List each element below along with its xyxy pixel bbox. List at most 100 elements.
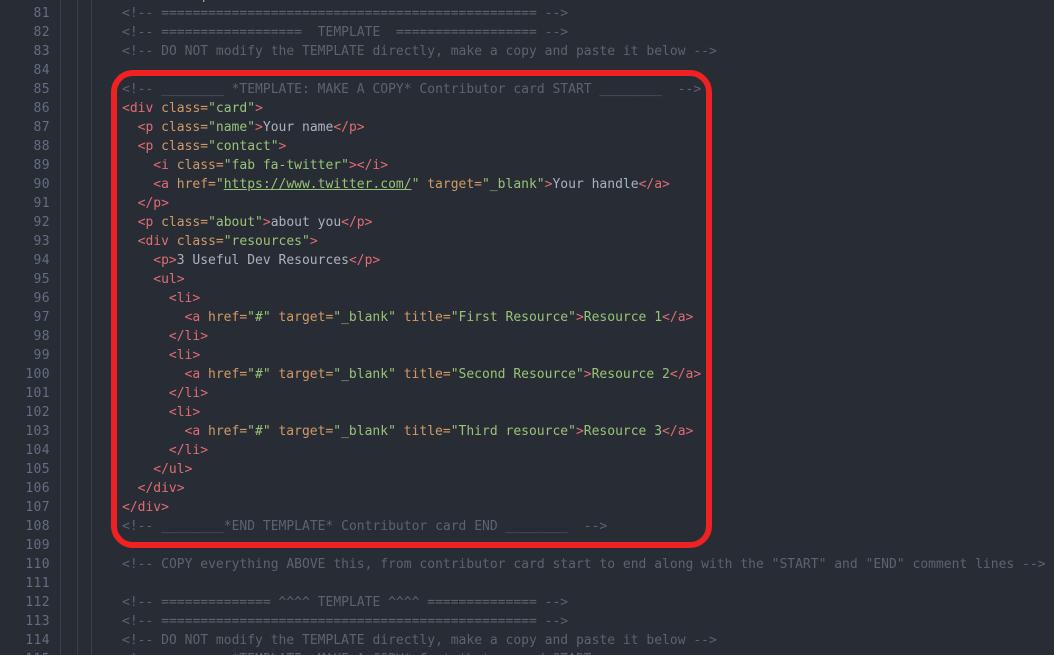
code-token-tag: </a> <box>662 424 694 439</box>
code-token-tag: <div <box>137 234 177 249</box>
line-number: 110 <box>25 557 50 572</box>
code-token-attr: href= <box>208 424 248 439</box>
code-token-tag: </a> <box>638 177 670 192</box>
code-line[interactable]: <div class="card"> <box>122 99 263 118</box>
code-line[interactable]: <!-- ________*END TEMPLATE* Contributor … <box>122 517 607 536</box>
code-line[interactable]: <!-- ================== TEMPLATE =======… <box>122 23 568 42</box>
code-token-cmt: <!-- DO NOT modify the TEMPLATE directly… <box>122 44 717 59</box>
code-token-str: "about" <box>208 215 263 230</box>
code-token-tag: > <box>583 367 592 382</box>
line-number: 103 <box>25 424 50 439</box>
code-token-attr: class= <box>161 101 209 116</box>
code-token-str: "_blank" <box>333 310 396 325</box>
code-token-attr: href= <box>208 367 248 382</box>
line-number: 107 <box>25 500 50 515</box>
code-token-tag: </a> <box>669 367 702 382</box>
code-content[interactable]: <!-- ===================================… <box>0 0 1054 655</box>
code-token-attr: href= <box>176 177 216 192</box>
code-editor[interactable]: <!-- ===================================… <box>0 0 1054 655</box>
code-line[interactable]: <a href="https://www.twitter.com/" targe… <box>153 175 670 194</box>
code-token-rtxt: Resource 1 <box>583 310 663 325</box>
code-token-tag: <p> <box>153 253 177 268</box>
code-line[interactable]: <div class="resources"> <box>138 232 318 251</box>
code-token-attr: class= <box>176 158 224 173</box>
line-number: 106 <box>25 481 50 496</box>
code-token-lnk[interactable]: https://www.twitter.com/ <box>224 177 412 192</box>
code-token-tag: </li> <box>168 386 209 401</box>
line-number: 112 <box>25 595 50 610</box>
line-number: 97 <box>33 310 50 325</box>
code-line[interactable]: <!-- COPY everything ABOVE this, from co… <box>122 555 1046 574</box>
code-token-tag: > <box>575 310 584 325</box>
code-token-cmt: <!-- ________ *TEMPLATE: MAKE A COPY* Co… <box>122 82 702 97</box>
line-number: 99 <box>33 348 50 363</box>
code-token-tag: <div <box>122 101 162 116</box>
code-token-txt: Your handle <box>552 177 639 192</box>
code-line[interactable]: <ul> <box>153 270 184 289</box>
code-token-tag: > <box>262 215 271 230</box>
code-line[interactable]: <li> <box>169 289 200 308</box>
code-line[interactable]: <p class="contact"> <box>138 137 287 156</box>
line-number: 108 <box>25 519 50 534</box>
code-line[interactable]: </li> <box>169 441 208 460</box>
code-line[interactable]: <a href="#" target="_blank" title="Secon… <box>185 365 702 384</box>
line-number: 114 <box>25 633 50 648</box>
code-line[interactable]: <p>3 Useful Dev Resources</p> <box>153 251 380 270</box>
code-token-attr: class= <box>161 215 209 230</box>
code-token-tag: <li> <box>168 348 201 363</box>
code-token-txt: Your name <box>262 120 334 135</box>
code-token-attr: target= <box>419 177 483 192</box>
line-number: 109 <box>25 538 50 553</box>
code-token-str: "_blank" <box>333 367 396 382</box>
code-token-cmt: <!-- ________*END TEMPLATE* Contributor … <box>122 519 608 534</box>
code-line[interactable]: <p class="about">about you</p> <box>138 213 373 232</box>
code-line[interactable]: <a href="#" target="_blank" title="First… <box>185 308 694 327</box>
code-token-tag: > <box>278 139 287 154</box>
code-token-tag: </ul> <box>153 462 193 477</box>
code-line[interactable]: <li> <box>169 346 200 365</box>
code-line[interactable]: <!-- ===================================… <box>122 4 568 23</box>
code-token-rtxt: Resource 2 <box>591 367 670 382</box>
code-token-str: "contact" <box>208 139 279 154</box>
line-number: 86 <box>33 101 50 116</box>
code-token-cmt: <!-- DO NOT modify the TEMPLATE directly… <box>122 633 717 648</box>
code-token-str: "First Resource" <box>450 310 576 325</box>
code-line[interactable]: <i class="fab fa-twitter"></i> <box>153 156 388 175</box>
code-token-tag: </li> <box>168 329 209 344</box>
code-token-str: "#" <box>247 367 271 382</box>
code-token-tag: > <box>575 424 584 439</box>
code-line[interactable]: <!-- ________ *TEMPLATE: MAKE A COPY* Co… <box>122 650 701 655</box>
code-token-attr: class= <box>161 139 209 154</box>
line-number: 82 <box>33 25 50 40</box>
line-number: 104 <box>25 443 50 458</box>
code-token-tag: <p <box>137 120 162 135</box>
code-line[interactable]: </li> <box>169 384 208 403</box>
code-line[interactable]: <!-- DO NOT modify the TEMPLATE directly… <box>122 42 717 61</box>
code-line[interactable]: </ul> <box>153 460 192 479</box>
line-number: 95 <box>33 272 50 287</box>
code-line[interactable]: </div> <box>138 479 185 498</box>
code-line[interactable]: <!-- DO NOT modify the TEMPLATE directly… <box>122 631 717 650</box>
code-line[interactable]: <p class="name">Your name</p> <box>138 118 365 137</box>
code-line[interactable]: </div> <box>122 498 169 517</box>
line-number: 94 <box>33 253 50 268</box>
code-token-str: " <box>215 177 224 192</box>
code-token-str: "_blank" <box>482 177 545 192</box>
code-line[interactable]: <a href="#" target="_blank" title="Third… <box>185 422 694 441</box>
code-line[interactable]: <!-- ________ *TEMPLATE: MAKE A COPY* Co… <box>122 80 701 99</box>
code-token-attr: target= <box>270 310 334 325</box>
code-token-tag: ></i> <box>348 158 389 173</box>
code-token-tag: > <box>309 234 318 249</box>
line-number: 88 <box>33 139 50 154</box>
code-line[interactable]: <!-- ===================================… <box>122 612 568 631</box>
code-token-tag: </p> <box>348 253 381 268</box>
code-line[interactable]: <li> <box>169 403 200 422</box>
code-token-attr: title= <box>395 424 451 439</box>
code-token-str: "Third resource" <box>450 424 576 439</box>
code-line[interactable]: <!-- ============== ^^^^ TEMPLATE ^^^^ =… <box>122 593 568 612</box>
code-token-tag: </div> <box>137 481 185 496</box>
code-line[interactable]: </li> <box>169 327 208 346</box>
code-token-cmt: <!-- COPY everything ABOVE this, from co… <box>122 557 1046 572</box>
clipped-line-fragment: <p <box>194 0 210 5</box>
code-line[interactable]: </p> <box>138 194 169 213</box>
